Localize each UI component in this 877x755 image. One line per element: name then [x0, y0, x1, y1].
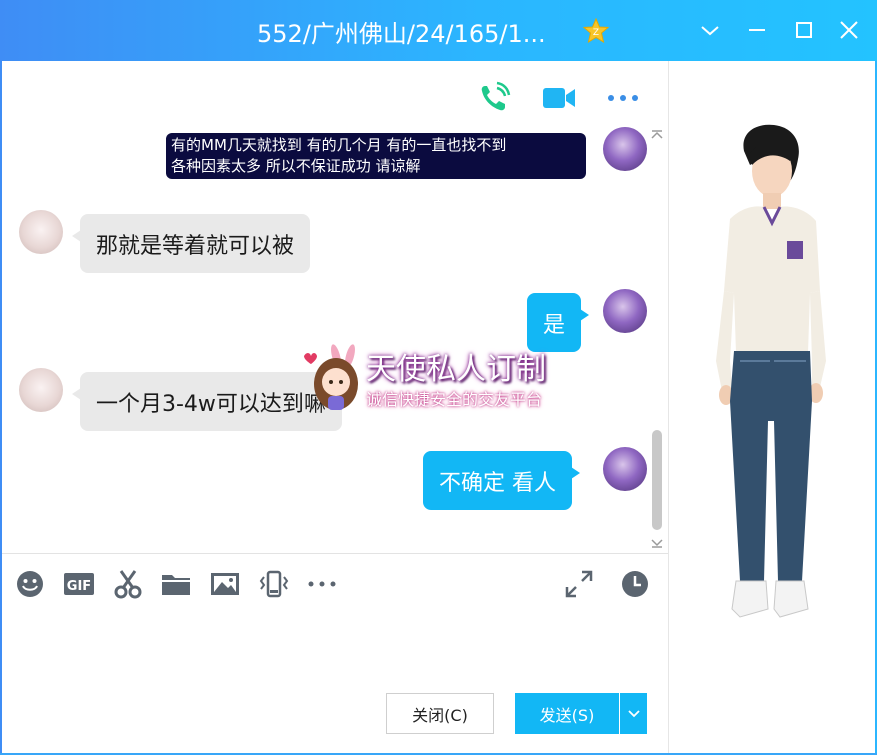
emoji-icon[interactable]: [14, 568, 46, 600]
message-bubble[interactable]: 那就是等着就可以被: [71, 214, 311, 273]
avatar[interactable]: [603, 289, 647, 333]
scrollbar-thumb[interactable]: [652, 430, 662, 530]
avatar[interactable]: [19, 368, 63, 412]
send-options-chevron-icon[interactable]: [620, 693, 647, 734]
window-title: 552/广州佛山/24/165/1...: [257, 20, 546, 48]
voice-call-icon[interactable]: [476, 80, 512, 116]
scroll-up-icon[interactable]: [650, 126, 664, 139]
watermark-title: 天使私人订制: [366, 352, 546, 387]
video-call-icon[interactable]: [541, 80, 577, 116]
character-avatar[interactable]: [670, 61, 875, 753]
shake-icon[interactable]: [258, 568, 290, 600]
message-input[interactable]: [10, 610, 650, 682]
gif-icon[interactable]: GIF: [63, 568, 95, 600]
expand-icon[interactable]: [563, 568, 595, 600]
message-text: 一个月3-4w可以达到嘛: [96, 391, 326, 417]
scroll-down-icon[interactable]: [650, 534, 664, 548]
system-message: 有的MM几天就找到 有的几个月 有的一直也找不到 各种因素太多 所以不保证成功 …: [166, 133, 586, 179]
divider: [2, 553, 668, 554]
watermark-subtitle: 诚信快捷安全的交友平台: [366, 390, 543, 409]
close-button[interactable]: 关闭(C): [386, 693, 494, 734]
chevron-down-icon[interactable]: [697, 17, 723, 43]
cartoon-girl-icon: [304, 344, 358, 410]
history-icon[interactable]: [619, 568, 651, 600]
title-bar: 552/广州佛山/24/165/1... Z: [0, 0, 877, 61]
message-text: 是: [543, 312, 566, 338]
send-button-label: 发送(S): [539, 705, 595, 725]
maximize-icon[interactable]: [791, 17, 817, 43]
svg-text:GIF: GIF: [67, 579, 91, 594]
message-bubble[interactable]: 不确定 看人: [423, 451, 580, 510]
avatar[interactable]: [603, 127, 647, 171]
scissors-icon[interactable]: [112, 568, 144, 600]
avatar[interactable]: [603, 447, 647, 491]
message-text: 那就是等着就可以被: [96, 233, 295, 259]
watermark: 天使私人订制 诚信快捷安全的交友平台: [300, 340, 582, 416]
send-button[interactable]: 发送(S): [515, 693, 619, 734]
avatar[interactable]: [19, 210, 63, 254]
folder-icon[interactable]: [160, 568, 192, 600]
message-text: 不确定 看人: [439, 470, 556, 496]
minimize-icon[interactable]: [744, 17, 770, 43]
image-icon[interactable]: [209, 568, 241, 600]
svg-text:Z: Z: [593, 28, 599, 38]
system-message-line: 各种因素太多 所以不保证成功 请谅解: [171, 157, 421, 175]
system-message-line: 有的MM几天就找到 有的几个月 有的一直也找不到: [171, 136, 507, 154]
more-icon[interactable]: [605, 80, 641, 116]
profile-panel: [670, 61, 875, 753]
window-border: [0, 61, 2, 755]
star-badge-icon[interactable]: Z: [582, 17, 610, 44]
close-button-label: 关闭(C): [412, 705, 468, 725]
close-icon[interactable]: [836, 17, 862, 43]
more-tools-icon[interactable]: [306, 568, 338, 600]
